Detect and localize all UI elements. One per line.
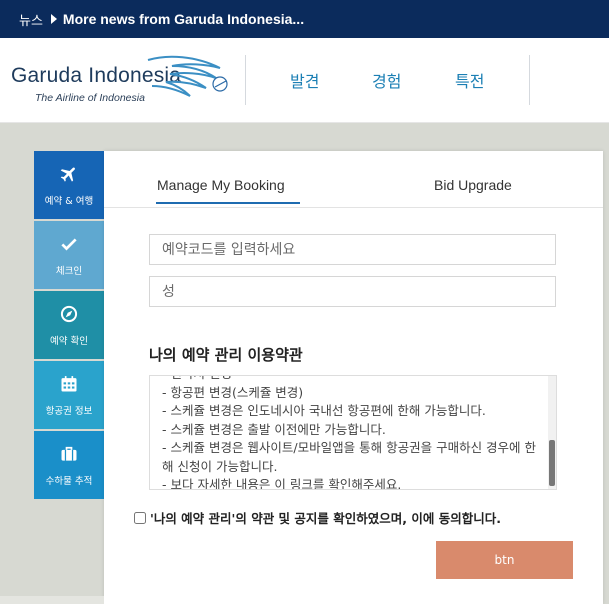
- tab-label: 체크인: [55, 265, 83, 277]
- terms-line: - 스케쥴 변경은 인도네시아 국내선 항공편에 한해 가능합니다.: [162, 403, 486, 418]
- tab-baggage-tracking[interactable]: 수하물 추적: [34, 431, 104, 499]
- terms-line: - 항공편 변경(스케쥴 변경): [162, 384, 304, 400]
- booking-card: Manage My Booking Bid Upgrade 나의 예약 관리 이…: [104, 151, 603, 604]
- tab-manage-my-booking[interactable]: Manage My Booking: [157, 177, 285, 193]
- scrollbar-thumb[interactable]: [549, 440, 555, 486]
- terms-line: - 스케쥴 변경은 웹사이트/모바일앱을 통해 항공권을 구매하신 경우에 한해…: [162, 440, 537, 474]
- terms-line: - 스케쥴 변경은 출발 이전에만 가능합니다.: [162, 421, 386, 437]
- news-bar: 뉴스 More news from Garuda Indonesia...: [0, 0, 609, 38]
- terms-line: - 보다 자세한 내용은 이 링크를 확인해주세요.: [162, 477, 402, 490]
- caret-right-icon: [50, 14, 57, 24]
- submit-button[interactable]: btn: [436, 541, 573, 579]
- brand-tagline: The Airline of Indonesia: [35, 92, 145, 104]
- nav-discover[interactable]: 발견: [290, 68, 319, 92]
- agree-row[interactable]: '나의 예약 관리'의 약관 및 공지를 확인하였으며, 이에 동의합니다.: [134, 508, 501, 527]
- terms-text: - 연락처 변경 - 항공편 변경(스케쥴 변경) - 스케쥴 변경은 인도네시…: [162, 376, 540, 490]
- tab-label: 수하물 추적: [45, 475, 93, 487]
- agree-checkbox[interactable]: [134, 511, 146, 524]
- garuda-bird-icon: [147, 55, 228, 97]
- last-name-input[interactable]: [149, 276, 556, 307]
- nav-benefits[interactable]: 특전: [455, 68, 484, 92]
- news-link[interactable]: More news from Garuda Indonesia...: [63, 11, 304, 27]
- check-icon: [61, 237, 77, 250]
- tab-bid-upgrade[interactable]: Bid Upgrade: [434, 177, 512, 193]
- terms-scroll-box[interactable]: - 연락처 변경 - 항공편 변경(스케쥴 변경) - 스케쥴 변경은 인도네시…: [149, 375, 557, 490]
- tab-label: 예약 확인: [50, 335, 88, 347]
- compass-icon: [60, 305, 78, 322]
- tab-checkin[interactable]: 체크인: [34, 221, 104, 289]
- airplane-icon: [60, 166, 75, 182]
- tab-divider: [104, 207, 603, 208]
- header-divider: [529, 55, 530, 105]
- booking-code-input[interactable]: [149, 234, 556, 265]
- suitcase-icon: [61, 446, 77, 461]
- tab-booking-travel[interactable]: 예약 & 여행: [34, 151, 104, 219]
- tab-flight-info[interactable]: 항공권 정보: [34, 361, 104, 429]
- site-header: Garuda Indonesia The Airline of Indonesi…: [0, 38, 609, 123]
- terms-title: 나의 예약 관리 이용약관: [149, 346, 303, 364]
- nav-experience[interactable]: 경험: [372, 68, 401, 92]
- terms-line: - 연락처 변경: [162, 376, 540, 384]
- footer-strip: [0, 596, 104, 604]
- calendar-icon: [61, 375, 77, 391]
- tab-label: 예약 & 여행: [44, 195, 94, 207]
- agree-label: '나의 예약 관리'의 약관 및 공지를 확인하였으며, 이에 동의합니다.: [150, 511, 501, 526]
- news-label: 뉴스: [19, 13, 43, 29]
- header-divider: [245, 55, 246, 105]
- tab-label: 항공권 정보: [45, 405, 93, 417]
- active-tab-indicator: [156, 202, 300, 204]
- scrollbar[interactable]: [548, 376, 556, 489]
- tab-manage-booking[interactable]: 예약 확인: [34, 291, 104, 359]
